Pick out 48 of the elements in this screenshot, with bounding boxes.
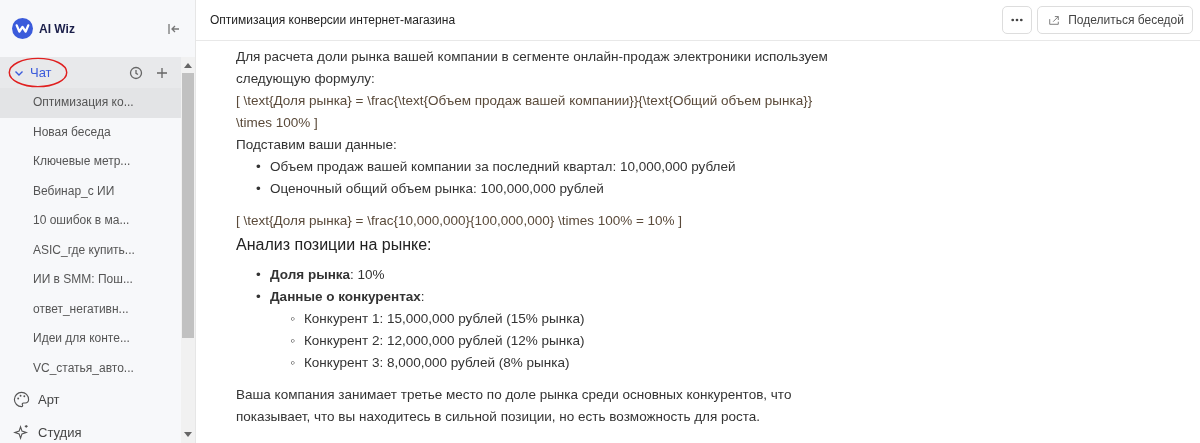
share-button[interactable]: Поделиться беседой (1037, 6, 1193, 34)
conversation-title: Оптимизация конверсии интернет-магазина (210, 13, 456, 27)
formula-text: [ \text{Доля рынка} = \frac{10,000,000}{100,000,000} \times 100% = 10% ] (236, 212, 684, 230)
formula-text: [ \text{Доля рынка} = \frac{\text{Объем продаж вашей компании}}{\text{Общий объем рынка}} \times 100% ] (236, 92, 814, 132)
bullet-marker: • (256, 158, 262, 176)
section-label: Арт (38, 392, 60, 407)
list-item: Оценочный общий объем рынка: 100,000,000 рублей (270, 180, 604, 198)
list-item: Данные о конкурентах: (270, 288, 425, 306)
sparkle-icon (13, 424, 30, 441)
bullet-marker: ◦ (290, 310, 296, 328)
list-item: Конкурент 2: 12,000,000 рублей (12% рынка) (304, 332, 585, 350)
list-item: Конкурент 3: 8,000,000 рублей (8% рынка) (304, 354, 570, 372)
chat-item[interactable]: ответ_негативн... (0, 294, 181, 324)
section-item[interactable]: Арт (0, 383, 181, 416)
chat-item[interactable]: Вебинар_с ИИ (0, 176, 181, 206)
list-item: Конкурент 1: 15,000,000 рублей (15% рынка) (304, 310, 585, 328)
logo-icon (12, 18, 33, 39)
chat-item[interactable]: VC_статья_авто... (0, 353, 181, 383)
message-paragraph: Ваша компания занимает третье место по доле рынка среди основных конкурентов, что показывает, что вы находитесь в сильной позиции, но есть возможность для роста. (236, 386, 793, 426)
chat-item[interactable]: Ключевые метр... (0, 147, 181, 177)
message-paragraph: Подставим ваши данные: (236, 136, 398, 154)
section-item[interactable]: Студия (0, 416, 181, 443)
bullet-marker: ◦ (290, 354, 296, 372)
bullet-marker: • (256, 180, 262, 198)
chat-item[interactable]: Новая беседа (0, 117, 181, 147)
collapse-sidebar-icon[interactable] (167, 21, 181, 36)
chat-item[interactable]: Идеи для конте... (0, 324, 181, 354)
history-icon[interactable] (129, 65, 143, 80)
palette-icon (13, 391, 30, 408)
app-name: AI Wiz (39, 21, 75, 36)
scroll-down-icon[interactable] (184, 432, 192, 438)
chat-item[interactable]: Оптимизация ко... (0, 88, 181, 118)
add-icon[interactable] (155, 65, 169, 80)
bullet-marker: ◦ (290, 332, 296, 350)
chat-item[interactable]: 10 ошибок в ма... (0, 206, 181, 236)
scroll-up-icon[interactable] (184, 62, 192, 68)
list-item: Доля рынка: 10% (270, 266, 385, 284)
section-heading: Анализ позиции на рынке: (236, 235, 433, 255)
chat-item[interactable]: ASIC_где купить... (0, 235, 181, 265)
share-icon (1048, 14, 1061, 26)
more-icon (1011, 18, 1024, 22)
chat-item[interactable]: ИИ в SMM: Пош... (0, 265, 181, 295)
list-item: Объем продаж вашей компании за последний квартал: 10,000,000 рублей (270, 158, 736, 176)
bullet-marker: • (256, 288, 262, 306)
section-label: Студия (38, 425, 82, 440)
scrollbar[interactable] (181, 57, 195, 443)
bullet-marker: • (256, 266, 262, 284)
message-paragraph: Для расчета доли рынка вашей компании в сегменте онлайн-продаж электроники используем следующую формулу: (236, 48, 829, 88)
